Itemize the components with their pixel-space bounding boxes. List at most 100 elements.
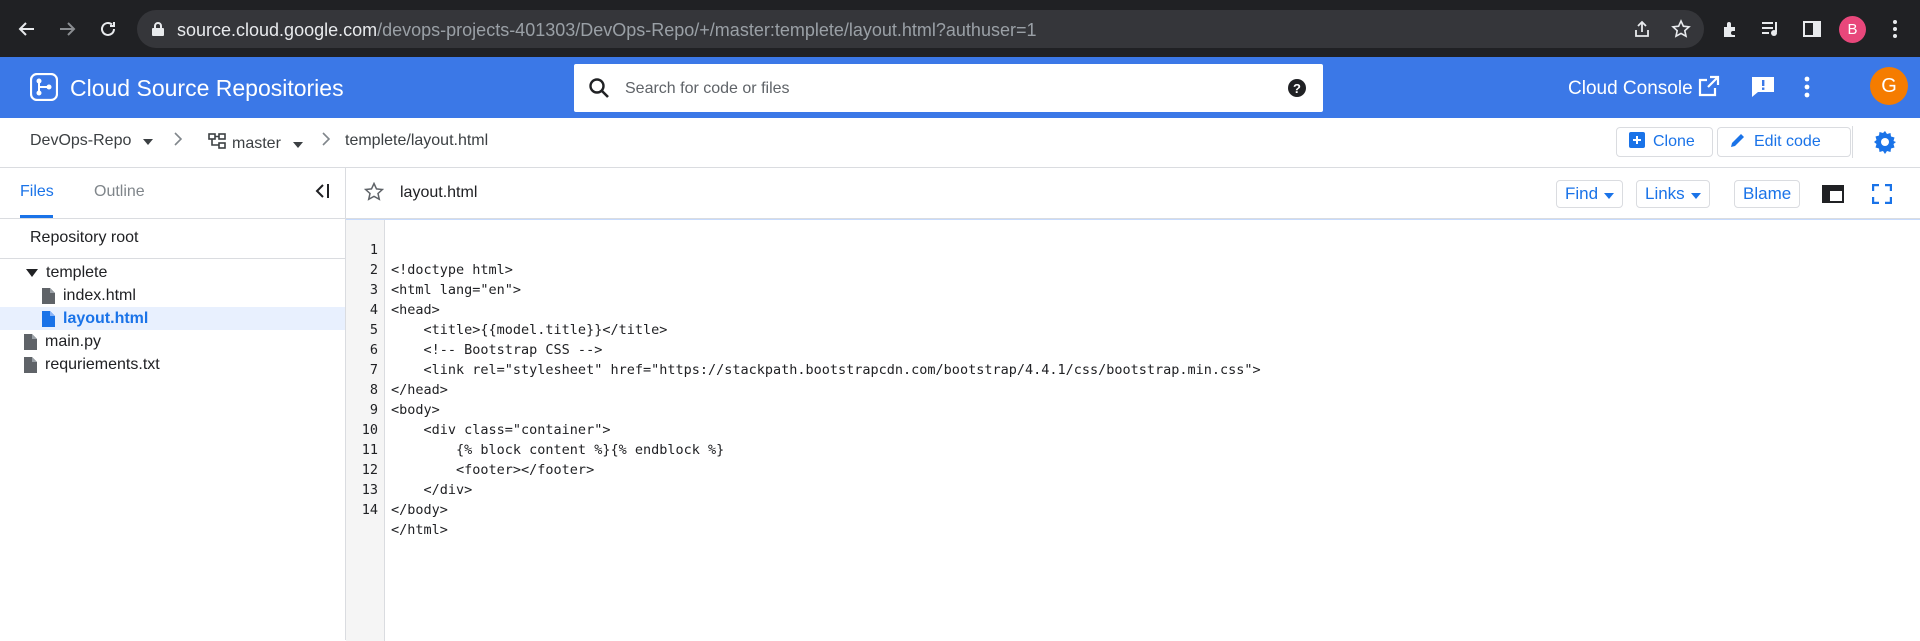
browser-profile-avatar[interactable]: B bbox=[1839, 16, 1866, 43]
layout-toggle-icon[interactable] bbox=[1822, 185, 1844, 208]
tree-item-label: main.py bbox=[45, 332, 102, 350]
tree-folder-templete[interactable]: templete bbox=[0, 261, 345, 284]
file-icon bbox=[42, 287, 55, 304]
search-input[interactable] bbox=[623, 74, 1227, 104]
app-title[interactable]: Cloud Source Repositories bbox=[70, 75, 344, 102]
tree-file-index-html[interactable]: index.html bbox=[0, 284, 345, 307]
file-header: layout.html Find Links Blame bbox=[346, 168, 1920, 219]
feedback-icon[interactable] bbox=[1750, 74, 1776, 105]
address-bar[interactable]: source.cloud.google.com/devops-projects-… bbox=[137, 10, 1704, 48]
file-title: layout.html bbox=[400, 184, 478, 201]
code-line[interactable]: 6 <link rel="stylesheet" href="https://s… bbox=[346, 320, 1920, 378]
find-label: Find bbox=[1565, 184, 1599, 203]
bookmark-star-icon[interactable] bbox=[1670, 18, 1692, 40]
divider bbox=[0, 258, 345, 259]
branch-icon bbox=[208, 132, 226, 155]
repo-selector[interactable]: DevOps-Repo bbox=[30, 132, 154, 150]
code-line[interactable]: 4 <title>{{model.title}}</title> bbox=[346, 280, 1920, 338]
tree-item-label: templete bbox=[46, 263, 108, 281]
file-path[interactable]: templete/layout.html bbox=[345, 132, 488, 150]
browser-toolbar: source.cloud.google.com/devops-projects-… bbox=[0, 0, 1920, 57]
clone-label: Clone bbox=[1653, 133, 1695, 150]
app-header: Cloud Source Repositories ? Cloud Consol… bbox=[0, 57, 1920, 118]
open-in-new-icon bbox=[1697, 74, 1721, 104]
more-vert-icon[interactable] bbox=[1803, 75, 1811, 104]
dropdown-arrow-icon bbox=[292, 135, 303, 153]
blame-label: Blame bbox=[1743, 184, 1792, 203]
gear-icon[interactable] bbox=[1873, 130, 1897, 159]
code-line[interactable]: 5 <!-- Bootstrap CSS --> bbox=[346, 300, 1920, 358]
code-line[interactable]: 13 </body> bbox=[346, 460, 1920, 518]
back-arrow-icon[interactable] bbox=[10, 12, 44, 46]
cloud-console-label: Cloud Console bbox=[1568, 78, 1693, 99]
code-text: </html> bbox=[391, 522, 448, 538]
code-line[interactable]: 10 {% block content %}{% endblock %} bbox=[346, 400, 1920, 458]
find-menu-button[interactable]: Find bbox=[1556, 180, 1624, 208]
file-icon bbox=[24, 333, 37, 350]
code-viewer[interactable]: 1 <!doctype html> 2 <html lang="en"> 3 <… bbox=[346, 219, 1920, 641]
code-line[interactable]: 12 </div> bbox=[346, 440, 1920, 498]
tab-files[interactable]: Files bbox=[20, 183, 54, 201]
code-line[interactable]: 9 <div class="container"> bbox=[346, 380, 1920, 438]
line-number: 14 bbox=[361, 502, 378, 518]
url-path: /devops-projects-401303/DevOps-Repo/+/ma… bbox=[377, 20, 1037, 40]
code-text: </body> bbox=[391, 502, 448, 518]
tree-item-label: requriements.txt bbox=[45, 355, 160, 373]
share-icon[interactable] bbox=[1631, 18, 1653, 40]
code-line[interactable]: 14 </html> bbox=[346, 480, 1920, 538]
fullscreen-icon[interactable] bbox=[1871, 183, 1893, 209]
forward-arrow-icon[interactable] bbox=[50, 12, 84, 46]
extensions-icon[interactable] bbox=[1719, 17, 1743, 41]
code-line[interactable]: 1 <!doctype html> bbox=[346, 220, 1920, 278]
tree-item-label: index.html bbox=[63, 286, 136, 304]
lock-icon[interactable] bbox=[151, 21, 165, 42]
edit-code-button[interactable]: Edit code bbox=[1717, 127, 1851, 157]
code-line[interactable]: 3 <head> bbox=[346, 260, 1920, 318]
clone-button[interactable]: Clone bbox=[1616, 127, 1713, 157]
tree-file-requriements-txt[interactable]: requriements.txt bbox=[0, 353, 345, 376]
tree-file-main-py[interactable]: main.py bbox=[0, 330, 345, 353]
expand-triangle-icon[interactable] bbox=[26, 268, 38, 277]
tab-outline[interactable]: Outline bbox=[94, 183, 145, 201]
active-tab-indicator bbox=[20, 215, 53, 218]
star-icon[interactable] bbox=[363, 181, 385, 207]
account-avatar[interactable]: G bbox=[1870, 67, 1908, 105]
dropdown-arrow-icon bbox=[143, 132, 154, 150]
cloud-console-link[interactable]: Cloud Console bbox=[1568, 74, 1721, 104]
divider bbox=[1852, 126, 1853, 158]
url-text[interactable]: source.cloud.google.com/devops-projects-… bbox=[177, 20, 1036, 41]
pencil-icon bbox=[1730, 132, 1746, 153]
source-repositories-logo-icon[interactable] bbox=[29, 72, 59, 106]
tree-item-label: layout.html bbox=[63, 309, 149, 327]
search-box[interactable]: ? bbox=[574, 64, 1323, 112]
reload-icon[interactable] bbox=[91, 12, 125, 46]
file-browser-panel: Files Outline Repository root templete i… bbox=[0, 168, 346, 640]
repository-root-link[interactable]: Repository root bbox=[30, 229, 139, 247]
code-line[interactable]: 2 <html lang="en"> bbox=[346, 240, 1920, 298]
collapse-panel-icon[interactable] bbox=[313, 182, 331, 205]
url-host: source.cloud.google.com bbox=[177, 20, 378, 40]
media-queue-icon[interactable] bbox=[1759, 17, 1783, 41]
svg-text:?: ? bbox=[1293, 81, 1301, 96]
links-label: Links bbox=[1645, 184, 1685, 203]
code-line[interactable]: 11 <footer></footer> bbox=[346, 420, 1920, 478]
links-menu-button[interactable]: Links bbox=[1636, 180, 1710, 208]
code-line[interactable]: 8 <body> bbox=[346, 360, 1920, 418]
search-icon bbox=[588, 77, 610, 104]
code-line[interactable]: 7 </head> bbox=[346, 340, 1920, 398]
file-icon bbox=[24, 356, 37, 373]
help-icon[interactable]: ? bbox=[1287, 78, 1307, 103]
dropdown-arrow-icon bbox=[1690, 184, 1701, 204]
branch-selector[interactable]: master bbox=[208, 132, 303, 155]
repo-name: DevOps-Repo bbox=[30, 132, 132, 149]
breadcrumb: DevOps-Repo master templete/layout.html … bbox=[0, 118, 1920, 168]
blame-button[interactable]: Blame bbox=[1734, 180, 1801, 208]
dropdown-arrow-icon bbox=[1604, 184, 1615, 204]
branch-name: master bbox=[232, 134, 281, 152]
tree-file-layout-html[interactable]: layout.html bbox=[0, 307, 345, 330]
chevron-right-icon bbox=[322, 132, 331, 151]
add-box-icon bbox=[1629, 131, 1645, 153]
more-vert-icon[interactable] bbox=[1883, 17, 1907, 41]
file-icon bbox=[42, 310, 55, 327]
side-panel-icon[interactable] bbox=[1800, 17, 1824, 41]
